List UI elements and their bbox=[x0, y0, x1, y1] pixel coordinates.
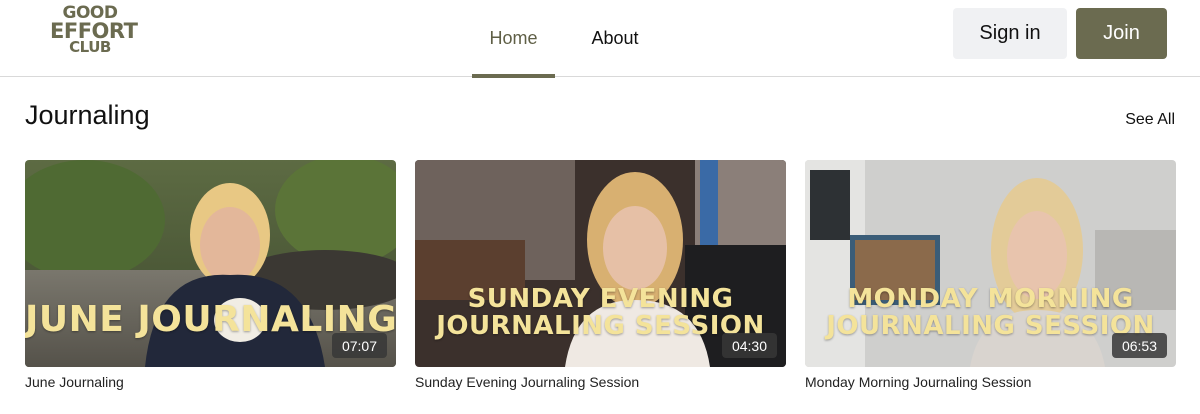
logo-line-3: CLUB bbox=[69, 37, 111, 56]
video-title[interactable]: June Journaling bbox=[25, 374, 396, 390]
section-title: Journaling bbox=[25, 100, 150, 130]
video-title[interactable]: Sunday Evening Journaling Session bbox=[415, 374, 786, 390]
video-duration-badge: 04:30 bbox=[722, 333, 777, 358]
overlay-line-1: SUNDAY EVENING bbox=[467, 284, 734, 314]
good-effort-club-logo[interactable]: GOOD EFFORT CLUB bbox=[50, 5, 138, 56]
main-nav: Home About bbox=[472, 0, 675, 78]
video-duration-badge: 07:07 bbox=[332, 333, 387, 358]
overlay-line-1: MONDAY MORNING bbox=[847, 284, 1134, 314]
thumbnail-overlay-title: SUNDAY EVENING JOURNALING SESSION bbox=[415, 286, 786, 339]
nav-about-tab[interactable]: About bbox=[555, 0, 675, 77]
video-card-sunday-evening[interactable]: SUNDAY EVENING JOURNALING SESSION 04:30 … bbox=[415, 160, 786, 390]
video-thumbnail[interactable]: SUNDAY EVENING JOURNALING SESSION 04:30 bbox=[415, 160, 786, 367]
video-card-monday-morning[interactable]: MONDAY MORNING JOURNALING SESSION 06:53 … bbox=[805, 160, 1176, 390]
see-all-link[interactable]: See All bbox=[1125, 111, 1175, 129]
nav-home-tab[interactable]: Home bbox=[472, 0, 555, 78]
video-thumbnail[interactable]: MONDAY MORNING JOURNALING SESSION 06:53 bbox=[805, 160, 1176, 367]
sign-in-button[interactable]: Sign in bbox=[953, 8, 1067, 59]
video-card-june-journaling[interactable]: JUNE JOURNALING 07:07 June Journaling bbox=[25, 160, 396, 390]
thumbnail-overlay-title: MONDAY MORNING JOURNALING SESSION bbox=[805, 286, 1176, 339]
top-nav-bar: GOOD EFFORT CLUB Home About Sign in Join bbox=[0, 0, 1200, 78]
video-thumbnail[interactable]: JUNE JOURNALING 07:07 bbox=[25, 160, 396, 367]
video-duration-badge: 06:53 bbox=[1112, 333, 1167, 358]
join-button[interactable]: Join bbox=[1076, 8, 1167, 59]
video-title[interactable]: Monday Morning Journaling Session bbox=[805, 374, 1176, 390]
